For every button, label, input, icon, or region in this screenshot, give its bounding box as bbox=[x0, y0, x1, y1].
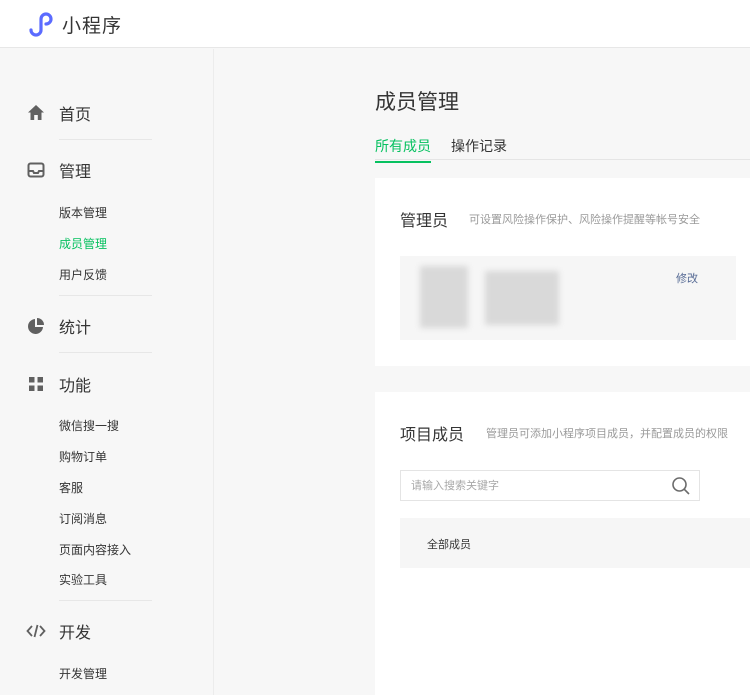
member-search bbox=[400, 470, 700, 501]
sidebar-item-shopping-orders[interactable]: 购物订单 bbox=[59, 448, 107, 465]
member-filter-label: 全部成员 bbox=[427, 538, 471, 551]
search-input[interactable] bbox=[401, 471, 661, 500]
sidebar-item-label: 统计 bbox=[59, 318, 92, 337]
inbox-icon bbox=[26, 160, 46, 180]
sidebar-item-label: 首页 bbox=[59, 105, 92, 124]
sidebar-item-stats[interactable]: 统计 bbox=[26, 314, 91, 338]
admin-name-blurred bbox=[485, 271, 559, 325]
brand-name: 小程序 bbox=[62, 15, 123, 37]
edit-admin-link[interactable]: 修改 bbox=[676, 270, 698, 286]
sidebar-item-features[interactable]: 功能 bbox=[26, 372, 91, 396]
grid-icon bbox=[26, 374, 46, 394]
admin-avatar-blurred bbox=[420, 266, 468, 328]
sidebar-divider bbox=[59, 600, 152, 601]
code-icon bbox=[26, 621, 46, 641]
admin-info-box bbox=[400, 256, 736, 340]
sidebar-item-user-feedback[interactable]: 用户反馈 bbox=[59, 266, 107, 283]
sidebar-divider bbox=[59, 352, 152, 353]
sidebar-item-wechat-search[interactable]: 微信搜一搜 bbox=[59, 417, 119, 434]
members-description: 管理员可添加小程序项目成员，并配置成员的权限 bbox=[486, 427, 728, 440]
sidebar-item-manage[interactable]: 管理 bbox=[26, 158, 91, 182]
sidebar-item-page-content[interactable]: 页面内容接入 bbox=[59, 541, 131, 558]
home-icon bbox=[26, 103, 46, 123]
sidebar-item-develop[interactable]: 开发 bbox=[26, 619, 91, 643]
admin-title: 管理员 bbox=[400, 211, 449, 230]
search-icon[interactable] bbox=[671, 476, 691, 496]
sidebar-item-customer-service[interactable]: 客服 bbox=[59, 479, 83, 496]
sidebar-item-version-manage[interactable]: 版本管理 bbox=[59, 204, 107, 221]
pie-chart-icon bbox=[26, 316, 46, 336]
sidebar-item-member-manage[interactable]: 成员管理 bbox=[59, 235, 107, 252]
members-title: 项目成员 bbox=[400, 425, 465, 444]
sidebar-item-home[interactable]: 首页 bbox=[26, 101, 91, 125]
sidebar-item-label: 开发 bbox=[59, 623, 92, 642]
sidebar-divider bbox=[59, 295, 152, 296]
tab-divider bbox=[375, 159, 750, 160]
page-title: 成员管理 bbox=[375, 90, 459, 114]
sidebar-item-dev-manage[interactable]: 开发管理 bbox=[59, 665, 107, 682]
member-filter-all[interactable]: 全部成员 bbox=[400, 518, 750, 568]
admin-card: 管理员 可设置风险操作保护、风险操作提醒等帐号安全 修改 bbox=[375, 178, 750, 366]
sidebar-item-label: 管理 bbox=[59, 162, 92, 181]
miniprogram-logo-icon[interactable] bbox=[26, 10, 56, 38]
admin-description: 可设置风险操作保护、风险操作提醒等帐号安全 bbox=[469, 213, 700, 226]
sidebar-item-subscribe-message[interactable]: 订阅消息 bbox=[59, 510, 107, 527]
members-card: 项目成员 管理员可添加小程序项目成员，并配置成员的权限 全部成员 bbox=[375, 392, 750, 695]
sidebar-item-lab-tools[interactable]: 实验工具 bbox=[59, 571, 107, 588]
sidebar-divider bbox=[59, 139, 152, 140]
sidebar-item-label: 功能 bbox=[59, 376, 92, 395]
top-bar: 小程序 bbox=[0, 0, 750, 48]
sidebar: 首页 管理 版本管理 成员管理 用户反馈 统计 功能 微信搜一搜 购物订单 客服… bbox=[0, 49, 214, 695]
